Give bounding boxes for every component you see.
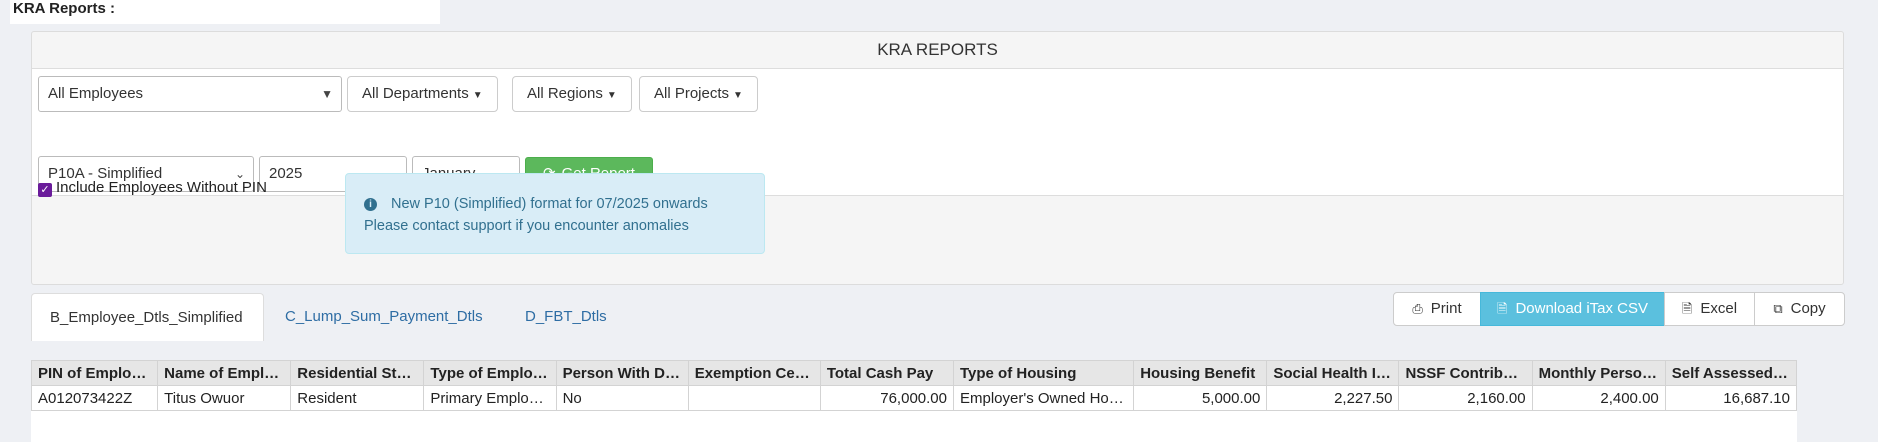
alert-line-1: New P10 (Simplified) format for 07/2025 … <box>391 196 708 212</box>
download-label: Download iTax CSV <box>1515 300 1648 317</box>
report-panel: KRA REPORTS All Employees ▼ All Departme… <box>31 31 1844 285</box>
projects-label: All Projects <box>654 85 730 102</box>
table-cell: 16,687.10 <box>1664 385 1798 411</box>
excel-label: Excel <box>1700 300 1738 317</box>
departments-label: All Departments <box>362 85 469 102</box>
alert-line-2: Please contact support if you encounter … <box>364 218 689 234</box>
include-without-pin-label: Include Employees Without PIN <box>56 179 267 196</box>
info-icon: i <box>364 198 377 211</box>
regions-label: All Regions <box>527 85 603 102</box>
table-cell: 5,000.00 <box>1133 385 1268 411</box>
tab-c-lump-sum[interactable]: C_Lump_Sum_Payment_Dtls <box>285 293 483 341</box>
excel-file-icon: 🗎 <box>1681 301 1693 316</box>
year-value: 2025 <box>269 165 303 182</box>
print-label: Print <box>1430 300 1462 317</box>
column-header[interactable]: Social Health Insurance <box>1266 360 1400 386</box>
chevron-down-icon: ▼ <box>321 87 333 101</box>
copy-button[interactable]: ⧉ Copy <box>1754 292 1845 326</box>
tab-d-fbt[interactable]: D_FBT_Dtls <box>525 293 607 341</box>
report-table: PIN of Employee Name of Employee Residen… <box>30 360 1798 411</box>
checkbox-checked-icon[interactable]: ✓ <box>38 183 52 197</box>
table-cell: A012073422Z <box>30 385 159 411</box>
column-header[interactable]: Name of Employee <box>157 360 292 386</box>
table-cell: No <box>555 385 689 411</box>
table-cell: Primary Employee <box>423 385 557 411</box>
table-cell: 76,000.00 <box>819 385 954 411</box>
table-cell: Titus Owuor <box>157 385 292 411</box>
column-header[interactable]: Residential Status <box>290 360 425 386</box>
excel-button[interactable]: 🗎 Excel <box>1664 292 1755 326</box>
employees-select-value: All Employees <box>48 85 144 102</box>
file-icon: 🗎 <box>1496 301 1508 316</box>
printer-icon: ⎙ <box>1412 301 1423 316</box>
departments-dropdown[interactable]: All Departments ▼ <box>347 76 498 112</box>
column-header[interactable]: Type of Employee <box>423 360 557 386</box>
caret-down-icon: ▼ <box>733 90 743 101</box>
table-cell: 2,400.00 <box>1531 385 1666 411</box>
table-row[interactable]: A012073422Z Titus Owuor Resident Primary… <box>30 385 1798 411</box>
table-cell: Employer's Owned House <box>952 385 1135 411</box>
tab-b-employee-dtls[interactable]: B_Employee_Dtls_Simplified <box>31 293 264 341</box>
regions-dropdown[interactable]: All Regions ▼ <box>512 76 632 112</box>
table-cell <box>687 385 821 411</box>
copy-label: Copy <box>1790 300 1826 317</box>
print-button[interactable]: ⎙ Print <box>1393 292 1481 326</box>
page-title: KRA Reports : <box>10 0 440 24</box>
filters-area: All Employees ▼ All Departments ▼ All Reg… <box>32 69 1843 196</box>
column-header[interactable]: NSSF Contribution <box>1398 360 1533 386</box>
column-header[interactable]: PIN of Employee <box>30 360 159 386</box>
table-cell: Resident <box>290 385 425 411</box>
panel-heading: KRA REPORTS <box>32 32 1843 69</box>
column-header[interactable]: Person With Disability <box>555 360 689 386</box>
caret-down-icon: ▼ <box>606 90 617 101</box>
column-header[interactable]: Housing Benefit <box>1133 360 1268 386</box>
table-cell: 2,160.00 <box>1398 385 1533 411</box>
column-header[interactable]: Monthly Personal Relief <box>1531 360 1666 386</box>
report-table-container: PIN of Employee Name of Employee Residen… <box>30 360 1798 442</box>
caret-down-icon: ▼ <box>472 90 483 101</box>
include-without-pin-option[interactable]: ✓ Include Employees Without PIN <box>38 179 267 197</box>
column-header[interactable]: Total Cash Pay <box>819 360 954 386</box>
employees-select[interactable]: All Employees ▼ <box>38 76 342 112</box>
info-alert: i New P10 (Simplified) format for 07/2025… <box>345 173 765 254</box>
download-itax-csv-button[interactable]: 🗎 Download iTax CSV <box>1480 292 1665 326</box>
table-cell: 2,227.50 <box>1266 385 1400 411</box>
table-header-row: PIN of Employee Name of Employee Residen… <box>30 360 1798 386</box>
copy-icon: ⧉ <box>1773 301 1783 316</box>
column-header[interactable]: Exemption Certificate <box>687 360 821 386</box>
column-header[interactable]: Self Assessed PAYE <box>1664 360 1798 386</box>
column-header[interactable]: Type of Housing <box>952 360 1135 386</box>
projects-dropdown[interactable]: All Projects ▼ <box>639 76 758 112</box>
